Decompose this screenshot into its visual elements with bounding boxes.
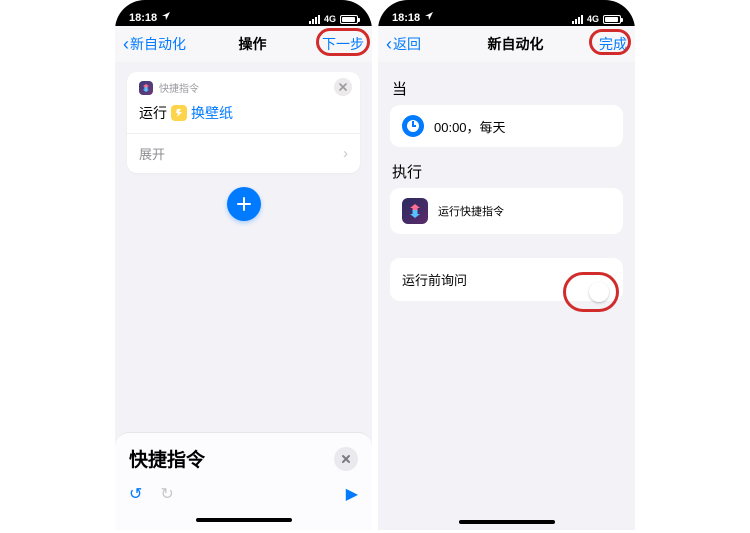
- back-button[interactable]: ‹ 新自动化: [123, 34, 195, 54]
- network-label: 4G: [587, 14, 599, 24]
- shortcut-chip-icon: [171, 105, 187, 121]
- shortcut-action-card: 快捷指令 运行 换壁纸 展开 ›: [127, 72, 360, 173]
- undo-button[interactable]: ↺: [129, 484, 142, 504]
- back-label: 新自动化: [130, 34, 186, 54]
- close-icon: [341, 454, 351, 464]
- run-label: 运行: [139, 103, 167, 123]
- done-button[interactable]: 完成: [573, 34, 627, 54]
- schedule-label: 00:00，每天: [434, 117, 506, 136]
- back-button[interactable]: ‹ 返回: [386, 34, 458, 54]
- shortcuts-app-icon: [139, 81, 153, 95]
- do-group: 运行快捷指令: [390, 188, 623, 234]
- nav-bar: ‹ 新自动化 操作 下一步: [115, 26, 372, 62]
- status-time: 18:18: [129, 12, 157, 24]
- done-label: 完成: [599, 36, 627, 52]
- clock-icon: [402, 115, 424, 137]
- status-bar: 18:18 4G: [115, 0, 372, 26]
- status-bar: 18:18 4G: [378, 0, 635, 26]
- schedule-cell[interactable]: 00:00，每天: [390, 105, 623, 147]
- when-section-title: 当: [392, 78, 623, 99]
- phone-automation-summary-screen: 18:18 4G ‹ 返回 新自动化 完成 当: [378, 0, 635, 530]
- plus-icon: [236, 196, 252, 212]
- remove-action-button[interactable]: [334, 78, 352, 96]
- home-indicator[interactable]: [459, 520, 555, 524]
- status-time: 18:18: [392, 12, 420, 24]
- ask-before-run-row: 运行前询问: [390, 258, 623, 301]
- next-label: 下一步: [322, 36, 364, 52]
- run-shortcut-label: 运行快捷指令: [438, 203, 504, 219]
- home-indicator[interactable]: [196, 518, 292, 522]
- location-icon: [161, 11, 171, 24]
- close-icon: [339, 83, 347, 91]
- when-group: 00:00，每天: [390, 105, 623, 147]
- shortcuts-app-icon: [402, 198, 428, 224]
- signal-icon: [309, 15, 320, 24]
- battery-icon: [340, 15, 358, 24]
- shortcuts-drawer[interactable]: 快捷指令 ↺ ↻ ▶: [115, 432, 372, 530]
- drawer-title: 快捷指令: [129, 445, 334, 472]
- nav-title: 操作: [195, 34, 310, 54]
- card-header-label: 快捷指令: [159, 80, 199, 95]
- expand-row[interactable]: 展开 ›: [127, 133, 360, 173]
- ask-before-run-label: 运行前询问: [402, 270, 467, 289]
- chevron-left-icon: ‹: [123, 35, 129, 53]
- next-button[interactable]: 下一步: [310, 34, 364, 54]
- chevron-left-icon: ‹: [386, 35, 392, 53]
- nav-title: 新自动化: [458, 34, 573, 54]
- add-action-button[interactable]: [227, 187, 261, 221]
- location-icon: [424, 11, 434, 24]
- drawer-close-button[interactable]: [334, 447, 358, 471]
- shortcut-name-link[interactable]: 换壁纸: [191, 103, 233, 123]
- run-shortcut-cell[interactable]: 运行快捷指令: [390, 188, 623, 234]
- battery-icon: [603, 15, 621, 24]
- expand-label: 展开: [139, 144, 165, 163]
- signal-icon: [572, 15, 583, 24]
- run-button[interactable]: ▶: [346, 484, 358, 504]
- phone-actions-screen: 18:18 4G ‹ 新自动化 操作 下一步: [115, 0, 372, 530]
- do-section-title: 执行: [392, 161, 623, 182]
- back-label: 返回: [393, 34, 421, 54]
- nav-bar: ‹ 返回 新自动化 完成: [378, 26, 635, 62]
- chevron-right-icon: ›: [343, 145, 348, 162]
- redo-button: ↻: [160, 484, 173, 504]
- network-label: 4G: [324, 14, 336, 24]
